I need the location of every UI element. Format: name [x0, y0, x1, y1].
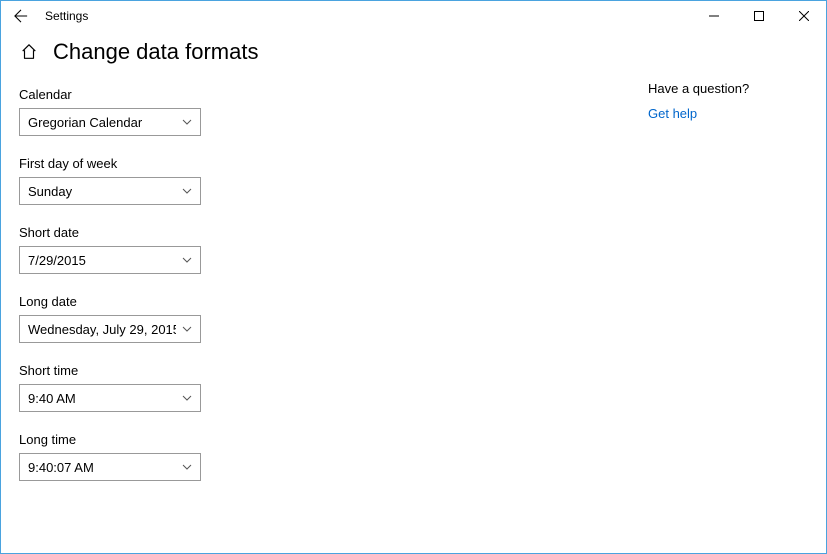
calendar-label: Calendar	[19, 87, 258, 102]
first-day-dropdown[interactable]: Sunday	[19, 177, 201, 205]
close-button[interactable]	[781, 1, 826, 31]
home-icon	[20, 43, 38, 61]
short-date-dropdown[interactable]: 7/29/2015	[19, 246, 201, 274]
page-header: Change data formats	[19, 39, 258, 65]
minimize-button[interactable]	[691, 1, 736, 31]
maximize-icon	[754, 11, 764, 21]
chevron-down-icon	[182, 464, 192, 470]
window-controls	[691, 1, 826, 31]
long-time-label: Long time	[19, 432, 258, 447]
short-date-label: Short date	[19, 225, 258, 240]
back-button[interactable]	[9, 4, 33, 28]
long-date-value: Wednesday, July 29, 2015	[28, 322, 176, 337]
first-day-value: Sunday	[28, 184, 72, 199]
short-time-label: Short time	[19, 363, 258, 378]
first-day-label: First day of week	[19, 156, 258, 171]
long-date-label: Long date	[19, 294, 258, 309]
maximize-button[interactable]	[736, 1, 781, 31]
get-help-link[interactable]: Get help	[648, 106, 798, 121]
page-title: Change data formats	[53, 39, 258, 65]
help-heading: Have a question?	[648, 81, 798, 96]
long-time-value: 9:40:07 AM	[28, 460, 94, 475]
chevron-down-icon	[182, 326, 192, 332]
chevron-down-icon	[182, 119, 192, 125]
help-section: Have a question? Get help	[648, 81, 798, 121]
arrow-left-icon	[14, 9, 28, 23]
calendar-value: Gregorian Calendar	[28, 115, 142, 130]
long-time-dropdown[interactable]: 9:40:07 AM	[19, 453, 201, 481]
close-icon	[799, 11, 809, 21]
chevron-down-icon	[182, 395, 192, 401]
calendar-dropdown[interactable]: Gregorian Calendar	[19, 108, 201, 136]
long-date-dropdown[interactable]: Wednesday, July 29, 2015	[19, 315, 201, 343]
minimize-icon	[709, 11, 719, 21]
short-time-dropdown[interactable]: 9:40 AM	[19, 384, 201, 412]
short-date-value: 7/29/2015	[28, 253, 86, 268]
chevron-down-icon	[182, 257, 192, 263]
home-button[interactable]	[19, 42, 39, 62]
chevron-down-icon	[182, 188, 192, 194]
window-title: Settings	[45, 9, 88, 23]
short-time-value: 9:40 AM	[28, 391, 76, 406]
